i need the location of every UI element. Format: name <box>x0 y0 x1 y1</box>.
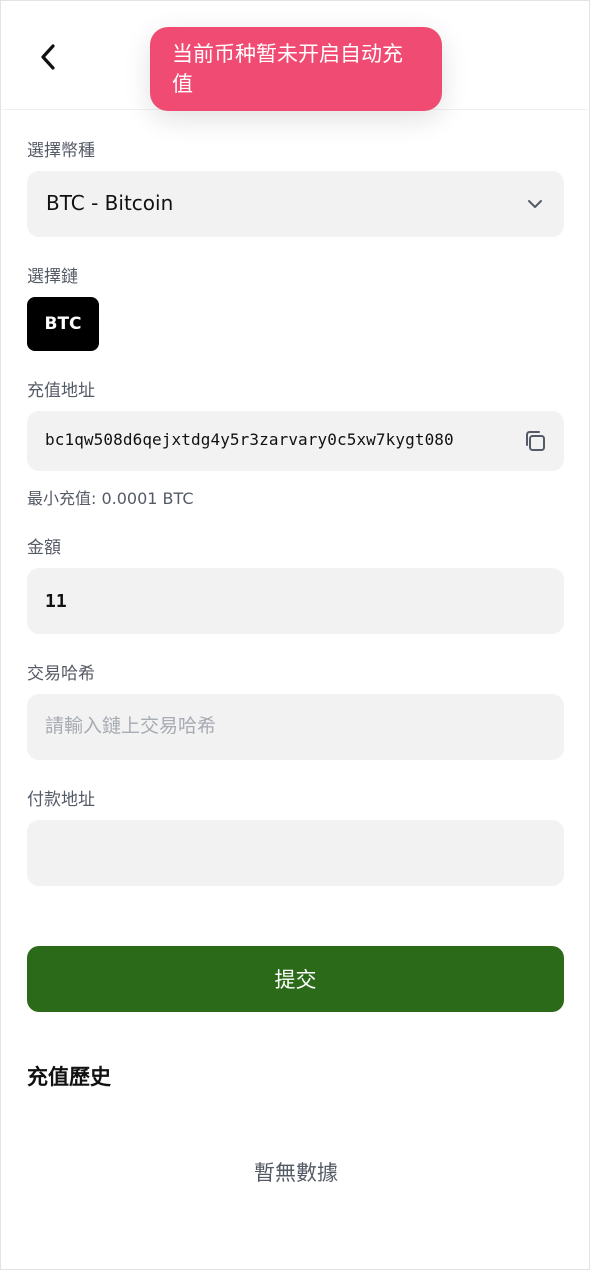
pay-address-input[interactable] <box>27 820 564 886</box>
deposit-page: 当前币种暂未开启自动充值 選擇幣種 BTC - Bitcoin 選擇鏈 BTC … <box>0 0 590 1270</box>
back-button[interactable] <box>34 40 62 74</box>
amount-label: 金額 <box>27 538 61 558</box>
currency-label: 選擇幣種 <box>27 141 95 161</box>
pay-address-label: 付款地址 <box>27 790 95 810</box>
deposit-address-value: bc1qw508d6qejxtdg4y5r3zarvary0c5xw7kygt0… <box>45 430 454 449</box>
tx-hash-label: 交易哈希 <box>27 664 95 684</box>
tx-hash-input[interactable] <box>27 694 564 760</box>
chain-label: 選擇鏈 <box>27 267 78 287</box>
submit-button[interactable]: 提交 <box>27 946 564 1012</box>
amount-input[interactable] <box>27 568 564 634</box>
chain-option-btc[interactable]: BTC <box>27 297 99 351</box>
copy-icon <box>526 431 545 451</box>
chevron-down-icon <box>528 200 542 208</box>
currency-select-value: BTC - Bitcoin <box>46 191 174 215</box>
chevron-left-icon <box>41 44 55 70</box>
copy-address-button[interactable] <box>522 428 548 454</box>
history-title: 充值歷史 <box>27 1065 111 1089</box>
history-empty-text: 暫無數據 <box>254 1161 338 1185</box>
currency-select[interactable]: BTC - Bitcoin <box>27 171 564 237</box>
min-deposit-note: 最小充值: 0.0001 BTC <box>27 489 194 508</box>
deposit-address-box: bc1qw508d6qejxtdg4y5r3zarvary0c5xw7kygt0… <box>27 411 564 471</box>
address-label: 充值地址 <box>27 381 95 401</box>
toast-notification: 当前币种暂未开启自动充值 <box>150 27 442 111</box>
